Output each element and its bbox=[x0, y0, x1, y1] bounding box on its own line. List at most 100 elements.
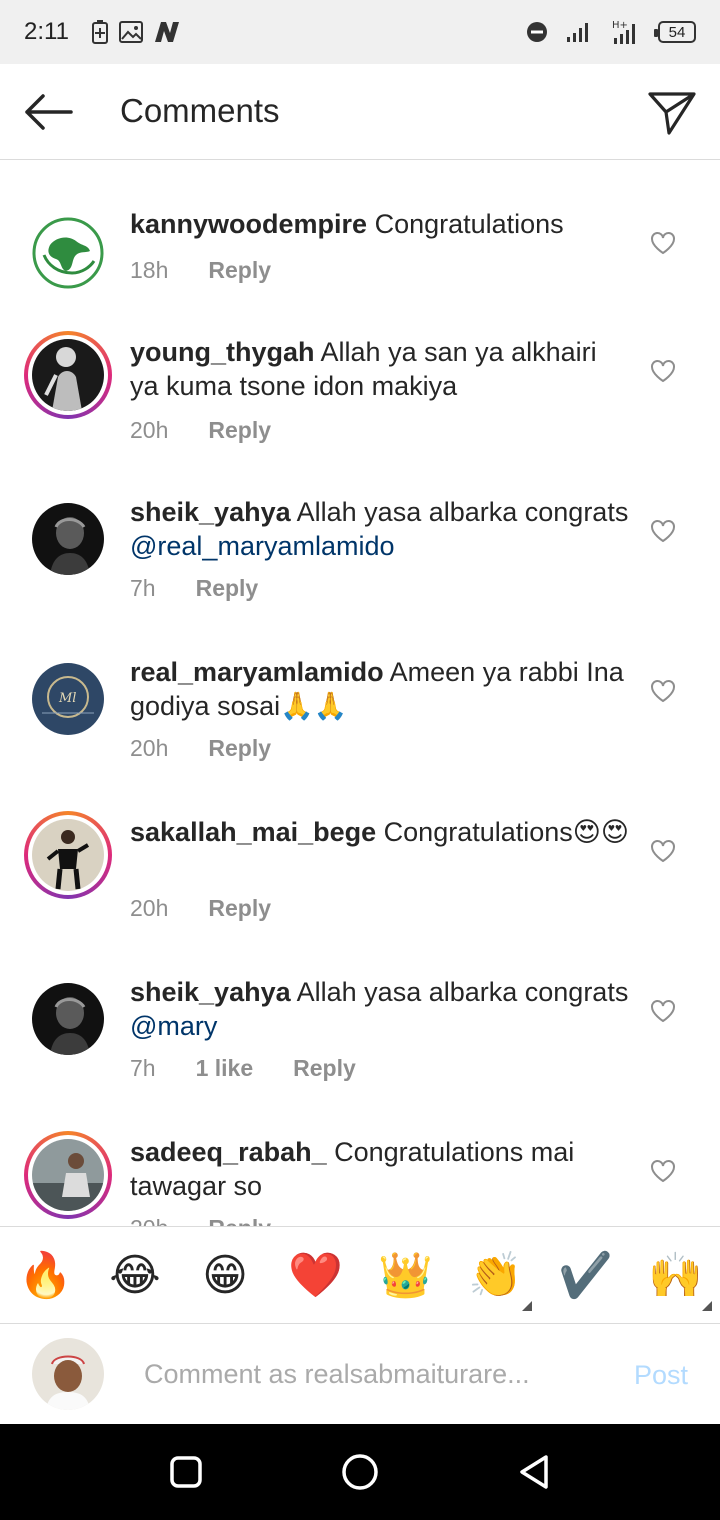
reply-button[interactable]: Reply bbox=[208, 257, 271, 284]
comment-meta: 7h 1 like Reply bbox=[130, 1055, 396, 1082]
avatar[interactable] bbox=[24, 1131, 112, 1219]
comment-text: kannywoodempire Congratulations bbox=[130, 207, 630, 241]
status-bar: 2:11 H+ 54 bbox=[0, 0, 720, 64]
comment-text: sheik_yahya Allah yasa albarka congrats … bbox=[130, 975, 630, 1043]
system-back-button[interactable] bbox=[510, 1448, 558, 1496]
recents-square-icon bbox=[170, 1456, 202, 1488]
comment-body: Congratulations😍😍 bbox=[376, 817, 630, 847]
comment-item: Ml real_maryamlamido Ameen ya rabbi Ina … bbox=[0, 651, 720, 811]
comment-item: sheik_yahya Allah yasa albarka congrats … bbox=[0, 491, 720, 651]
comment-time: 7h bbox=[130, 1055, 156, 1081]
comment-username[interactable]: sheik_yahya bbox=[130, 497, 291, 527]
send-icon bbox=[648, 92, 696, 135]
comment-meta: 20h Reply bbox=[130, 1215, 311, 1226]
comment-meta: 7h Reply bbox=[130, 575, 298, 602]
reply-button[interactable]: Reply bbox=[208, 735, 271, 762]
comment-time: 20h bbox=[130, 417, 169, 443]
comment-username[interactable]: sadeeq_rabah_ bbox=[130, 1137, 327, 1167]
svg-text:Ml: Ml bbox=[58, 691, 76, 706]
share-button[interactable] bbox=[644, 88, 700, 138]
comment-body: Congratulations bbox=[367, 209, 564, 239]
emoji-quick-bar: 🔥 😂 😁 ❤️ 👑 👏 ✔️ 🙌 bbox=[0, 1226, 720, 1324]
reply-button[interactable]: Reply bbox=[293, 1055, 356, 1082]
comment-username[interactable]: real_maryamlamido bbox=[130, 657, 384, 687]
signal-hplus-icon: H+ bbox=[610, 19, 640, 45]
comment-likes[interactable]: 1 like bbox=[196, 1055, 254, 1082]
comment-body: Allah yasa albarka congrats bbox=[290, 497, 629, 527]
comment-item: sheik_yahya Allah yasa albarka congrats … bbox=[0, 971, 720, 1131]
like-heart-icon[interactable] bbox=[650, 999, 676, 1023]
like-heart-icon[interactable] bbox=[650, 231, 676, 255]
page-title: Comments bbox=[120, 92, 280, 129]
skin-tone-indicator-icon bbox=[702, 1301, 712, 1311]
battery-saver-icon bbox=[91, 19, 109, 45]
avatar[interactable] bbox=[24, 209, 112, 297]
like-heart-icon[interactable] bbox=[650, 1159, 676, 1183]
do-not-disturb-icon bbox=[526, 21, 548, 43]
fire-emoji-button[interactable]: 🔥 bbox=[18, 1249, 73, 1303]
like-heart-icon[interactable] bbox=[650, 519, 676, 543]
grin-emoji-button[interactable]: 😁 bbox=[198, 1249, 252, 1303]
comments-list: kannywoodempire Congratulations 18h Repl… bbox=[0, 161, 720, 1226]
comment-username[interactable]: kannywoodempire bbox=[130, 209, 367, 239]
signal-icon bbox=[566, 21, 592, 43]
comment-composer: Post bbox=[0, 1324, 720, 1424]
crown-emoji-button[interactable]: 👑 bbox=[378, 1249, 433, 1303]
reply-button[interactable]: Reply bbox=[196, 575, 259, 602]
comment-mention[interactable]: @mary bbox=[130, 1011, 217, 1041]
skin-tone-indicator-icon bbox=[522, 1301, 532, 1311]
avatar[interactable] bbox=[24, 811, 112, 899]
reply-button[interactable]: Reply bbox=[208, 895, 271, 922]
comment-input[interactable] bbox=[144, 1354, 584, 1394]
comment-text: young_thygah Allah ya san ya alkhairi ya… bbox=[130, 335, 630, 403]
app-header: Comments bbox=[0, 64, 720, 160]
comment-text: sakallah_mai_bege Congratulations😍😍 bbox=[130, 815, 630, 849]
comment-username[interactable]: sakallah_mai_bege bbox=[130, 817, 376, 847]
recents-button[interactable] bbox=[162, 1448, 210, 1496]
back-button[interactable] bbox=[20, 90, 76, 134]
like-heart-icon[interactable] bbox=[650, 359, 676, 383]
comment-meta: 18h Reply bbox=[130, 257, 311, 284]
avatar[interactable] bbox=[24, 331, 112, 419]
like-heart-icon[interactable] bbox=[650, 679, 676, 703]
comment-meta: 20h Reply bbox=[130, 895, 311, 922]
check-emoji-button[interactable]: ✔️ bbox=[558, 1249, 613, 1303]
comment-time: 20h bbox=[130, 735, 169, 761]
battery-indicator: 54 bbox=[654, 21, 696, 43]
heart-emoji-button[interactable]: ❤️ bbox=[288, 1249, 343, 1303]
current-user-avatar bbox=[32, 1338, 104, 1410]
gallery-icon bbox=[118, 21, 143, 43]
comment-username[interactable]: sheik_yahya bbox=[130, 977, 291, 1007]
comment-meta: 20h Reply bbox=[130, 735, 311, 762]
comment-item: sadeeq_rabah_ Congratulations mai tawaga… bbox=[0, 1131, 720, 1226]
avatar[interactable]: Ml bbox=[24, 655, 112, 743]
comment-body: Allah yasa albarka congrats bbox=[290, 977, 629, 1007]
back-triangle-icon bbox=[520, 1455, 548, 1489]
home-button[interactable] bbox=[336, 1448, 384, 1496]
comment-item: young_thygah Allah ya san ya alkhairi ya… bbox=[0, 331, 720, 491]
svg-text:H+: H+ bbox=[612, 20, 628, 31]
clap-emoji-button[interactable]: 👏 bbox=[468, 1249, 532, 1311]
post-button[interactable]: Post bbox=[634, 1360, 688, 1391]
like-heart-icon[interactable] bbox=[650, 839, 676, 863]
clap-emoji: 👏 bbox=[468, 1251, 523, 1300]
home-circle-icon bbox=[342, 1454, 378, 1490]
comment-time: 18h bbox=[130, 257, 169, 283]
comment-time: 20h bbox=[130, 895, 169, 921]
comment-username[interactable]: young_thygah bbox=[130, 337, 315, 367]
comment-meta: 20h Reply bbox=[130, 417, 311, 444]
raised-hands-emoji: 🙌 bbox=[648, 1251, 703, 1300]
comment-time: 7h bbox=[130, 575, 156, 601]
comment-text: sadeeq_rabah_ Congratulations mai tawaga… bbox=[130, 1135, 630, 1203]
reply-button[interactable]: Reply bbox=[208, 417, 271, 444]
tears-of-joy-emoji-button[interactable]: 😂 bbox=[108, 1249, 162, 1303]
raised-hands-emoji-button[interactable]: 🙌 bbox=[648, 1249, 712, 1311]
status-time: 2:11 bbox=[24, 18, 69, 45]
reply-button[interactable]: Reply bbox=[208, 1215, 271, 1226]
avatar[interactable] bbox=[24, 975, 112, 1063]
comment-item: sakallah_mai_bege Congratulations😍😍 20h … bbox=[0, 811, 720, 971]
avatar[interactable] bbox=[24, 495, 112, 583]
app-n-icon bbox=[153, 21, 181, 43]
comment-mention[interactable]: @real_maryamlamido bbox=[130, 531, 395, 561]
system-nav-bar bbox=[0, 1424, 720, 1520]
